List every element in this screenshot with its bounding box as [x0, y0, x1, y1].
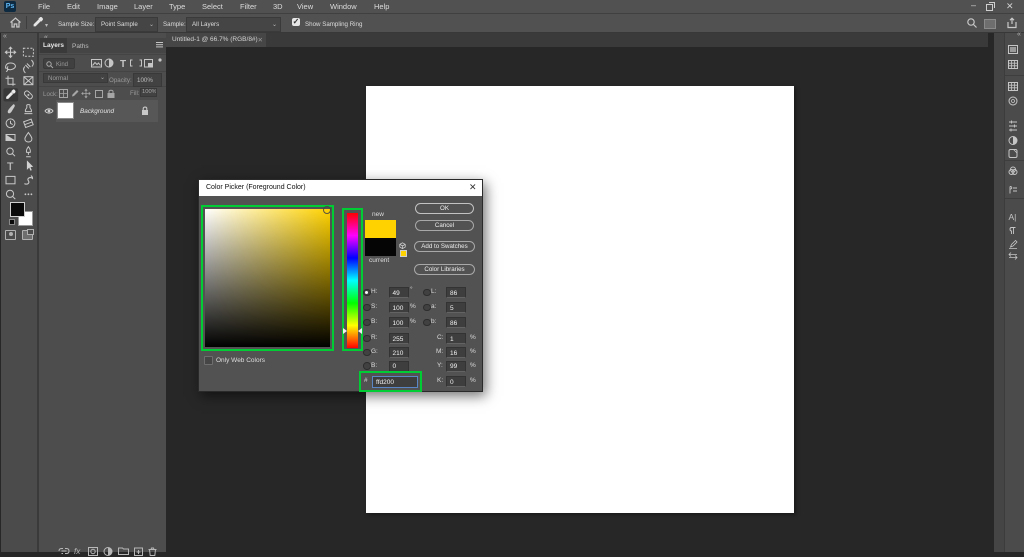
svg-text:T: T: [120, 59, 126, 69]
svg-text:T: T: [7, 161, 14, 173]
svg-text:A|: A|: [1009, 212, 1017, 222]
